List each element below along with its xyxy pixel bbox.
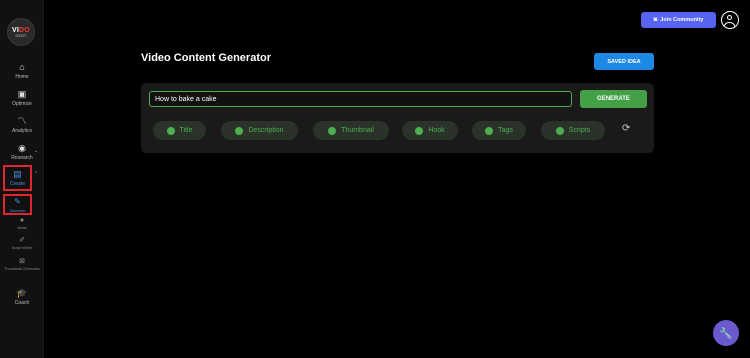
sidebar-item-label: Create — [9, 181, 25, 187]
research-icon: ◉ — [18, 143, 26, 153]
chevron-up-icon[interactable]: ⌃ — [34, 171, 38, 177]
create-icon: ▤ — [13, 169, 22, 179]
sidebar-item-analytics[interactable]: 〽 Analytics — [0, 116, 44, 134]
wrench-icon: 🔧 — [719, 327, 733, 340]
saved-idea-button[interactable]: SAVED IDEA — [594, 53, 654, 70]
sidebar-subitem-label: Generate — [9, 209, 26, 213]
chip-label: Title — [179, 127, 193, 134]
sidebar-subitem-generate[interactable]: ✎ Generate — [3, 194, 32, 215]
join-community-label: Join Community — [660, 17, 704, 23]
chip-label: Description — [248, 127, 284, 134]
home-icon: ⌂ — [19, 62, 25, 72]
sidebar-item-label: Coach — [14, 300, 30, 306]
user-avatar-icon[interactable] — [721, 11, 739, 29]
optimize-icon: ▣ — [17, 89, 27, 99]
sidebar-subitem-script-writer[interactable]: ✐ Script Writer — [0, 237, 44, 251]
sidebar-subitem-label: Script Writer — [11, 246, 33, 250]
check-dot-icon — [485, 126, 494, 135]
check-dot-icon — [555, 126, 564, 135]
sidebar: VIDO GENT ⌂ Home ▣ Optimize 〽 Analytics … — [0, 0, 44, 358]
join-community-button[interactable]: ◙ Join Community — [641, 12, 716, 28]
app-logo[interactable]: VIDO GENT — [7, 18, 35, 46]
chip-thumbnail[interactable]: Thumbnail — [313, 121, 389, 140]
analytics-icon: 〽 — [17, 116, 27, 126]
sidebar-item-label: Home — [15, 74, 29, 80]
check-dot-icon — [166, 126, 175, 135]
check-dot-icon — [235, 126, 244, 135]
sidebar-item-label: Research — [11, 155, 33, 161]
refresh-icon[interactable]: ⟳ — [622, 124, 630, 134]
sidebar-subitem-ideas[interactable]: ● Ideas — [0, 217, 44, 231]
chip-label: Thumbnail — [341, 127, 374, 134]
chevron-down-icon[interactable]: ⌄ — [34, 148, 38, 154]
script-icon: ✐ — [19, 237, 25, 244]
sidebar-subitem-label: Thumbnail Generator — [4, 267, 40, 271]
wrench-fab-button[interactable]: 🔧 — [713, 320, 739, 346]
check-dot-icon — [415, 126, 424, 135]
ideas-icon: ● — [19, 217, 25, 224]
thumbnail-icon: ⊠ — [19, 258, 25, 265]
chip-hook[interactable]: Hook — [402, 121, 458, 140]
chip-description[interactable]: Description — [221, 121, 298, 140]
page-title: Video Content Generator — [141, 52, 271, 64]
graduation-cap-icon: 🎓 — [16, 288, 28, 298]
chip-scripts[interactable]: Scripts — [541, 121, 605, 140]
logo-text-a: VI — [12, 26, 20, 34]
topic-input[interactable]: How to bake a cake — [149, 91, 572, 107]
chip-label: Tags — [498, 127, 513, 134]
sidebar-item-label: Analytics — [11, 128, 32, 134]
chip-label: Hook — [428, 127, 445, 134]
generate-button[interactable]: GENERATE — [580, 90, 647, 108]
sidebar-item-label: Optimize — [12, 101, 32, 107]
chip-label: Scripts — [568, 127, 591, 134]
sidebar-item-coach[interactable]: 🎓 Coach — [0, 288, 44, 306]
check-dot-icon — [328, 126, 337, 135]
sidebar-item-home[interactable]: ⌂ Home — [0, 62, 44, 80]
discord-icon: ◙ — [653, 17, 658, 23]
sidebar-item-create[interactable]: ▤ Create — [3, 165, 32, 191]
chip-tags[interactable]: Tags — [472, 121, 526, 140]
logo-subtext: GENT — [15, 33, 27, 38]
logo-text-b: DO — [19, 26, 30, 34]
sidebar-subitem-thumbnail-generator[interactable]: ⊠ Thumbnail Generator — [0, 258, 44, 272]
pencil-icon: ✎ — [14, 197, 21, 206]
sidebar-item-optimize[interactable]: ▣ Optimize — [0, 89, 44, 107]
sidebar-subitem-label: Ideas — [17, 226, 27, 230]
chip-title[interactable]: Title — [153, 121, 206, 140]
